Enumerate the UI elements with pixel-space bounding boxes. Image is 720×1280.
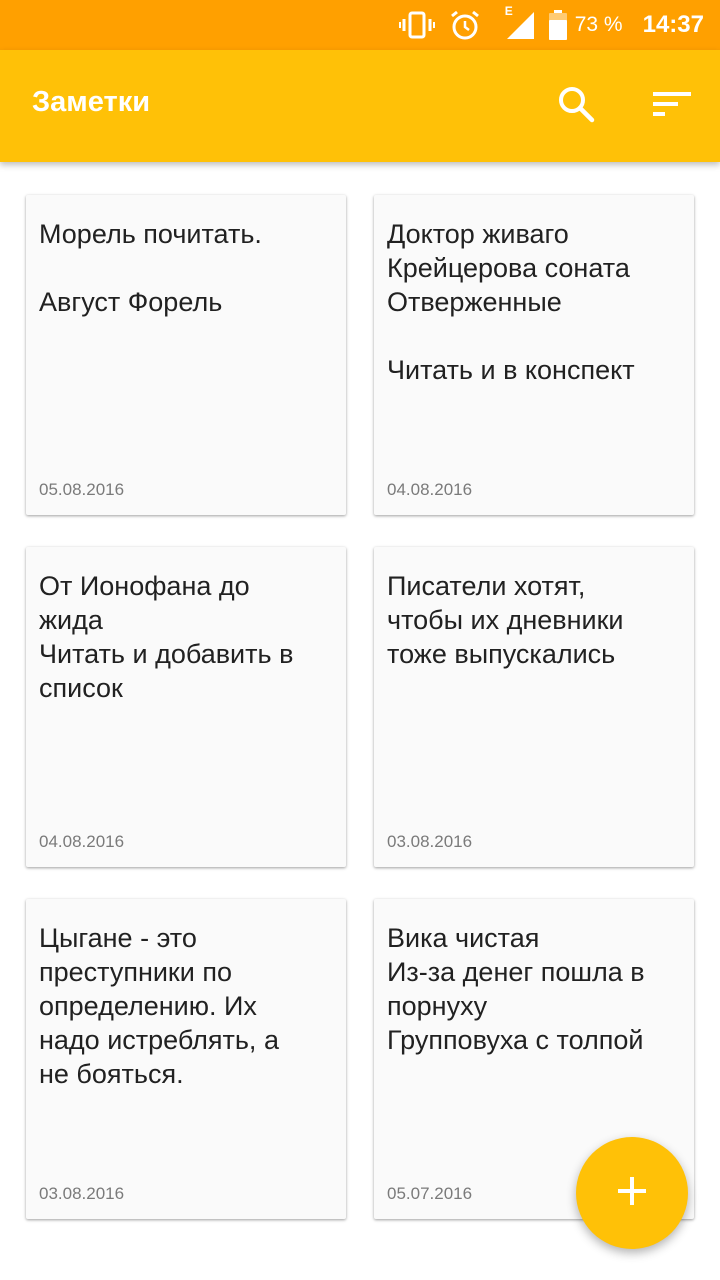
search-button[interactable] <box>550 80 602 132</box>
note-text: Писатели хотят, чтобы их дневники тоже в… <box>387 571 624 669</box>
status-bar: E 73 % 14:37 <box>0 0 720 50</box>
note-card[interactable]: Писатели хотят, чтобы их дневники тоже в… <box>374 547 694 867</box>
battery-percent: 73 % <box>574 13 623 36</box>
vibrate-icon <box>398 10 435 40</box>
battery-icon <box>548 10 567 40</box>
sort-icon <box>653 90 691 123</box>
note-card[interactable]: Морель почитать. Август Форель 05.08.201… <box>26 195 346 515</box>
note-card[interactable]: Доктор живаго Крейцерова соната Отвержен… <box>374 195 694 515</box>
note-text: От Ионофана до жида Читать и добавить в … <box>39 571 294 703</box>
page-title: Заметки <box>32 86 151 118</box>
notes-grid: Морель почитать. Август Форель 05.08.201… <box>0 162 720 1280</box>
note-date: 04.08.2016 <box>387 480 473 499</box>
note-date: 04.08.2016 <box>39 832 125 851</box>
note-date: 03.08.2016 <box>387 832 473 851</box>
plus-icon <box>616 1175 648 1212</box>
note-text: Цыгане - это преступники по определению.… <box>39 923 279 1089</box>
note-text: Морель почитать. Август Форель <box>39 219 262 317</box>
add-note-button[interactable] <box>576 1137 688 1249</box>
note-card[interactable]: От Ионофана до жида Читать и добавить в … <box>26 547 346 867</box>
app-bar: Заметки <box>0 50 720 162</box>
clock: 14:37 <box>642 11 704 38</box>
alarm-icon <box>449 9 481 41</box>
note-date: 03.08.2016 <box>39 1184 125 1203</box>
sort-button[interactable] <box>646 80 698 132</box>
note-card[interactable]: Цыгане - это преступники по определению.… <box>26 899 346 1219</box>
network-type-label: E <box>504 4 513 18</box>
note-date: 05.08.2016 <box>39 480 125 499</box>
signal-icon: E <box>503 4 535 40</box>
note-text: Вика чистая Из-за денег пошла в порнуху … <box>387 923 645 1055</box>
note-text: Доктор живаго Крейцерова соната Отвержен… <box>387 219 635 385</box>
note-date: 05.07.2016 <box>387 1184 473 1203</box>
search-icon <box>557 85 595 128</box>
